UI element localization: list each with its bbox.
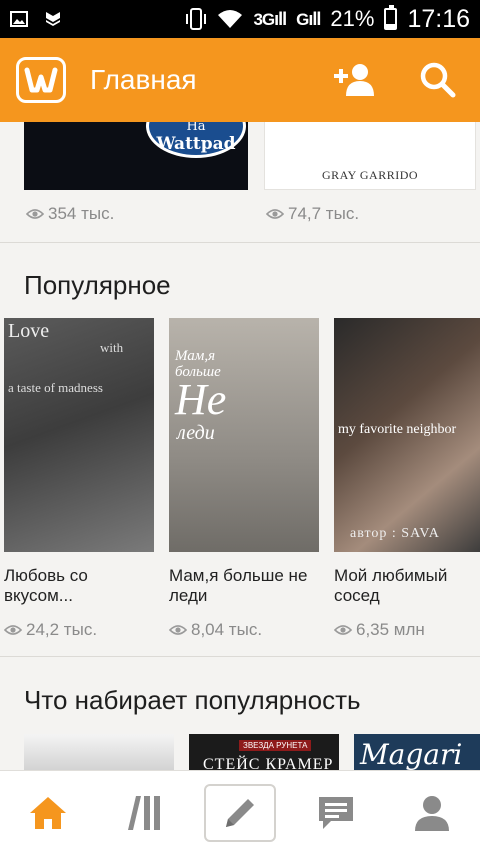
- user-icon: [415, 795, 449, 831]
- eye-icon: [26, 209, 44, 219]
- book-cover[interactable]: my favorite neighbor автор : SAVA: [334, 318, 480, 552]
- battery-percent: 21%: [330, 6, 375, 31]
- add-user-icon[interactable]: [334, 63, 376, 97]
- story-views: 354 тыс.: [26, 204, 114, 224]
- eye-icon: [169, 625, 187, 635]
- eye-icon: [4, 625, 22, 635]
- wattpad-logo-icon[interactable]: [16, 57, 66, 103]
- views-count: 354 тыс.: [48, 204, 115, 223]
- cover-text: a taste of madness: [8, 380, 103, 395]
- book-cover[interactable]: ЗВЕЗДА РУНЕТА СТЕЙС КРАМЕР: [189, 734, 339, 770]
- cover-text: Не: [175, 375, 227, 424]
- trending-books-list[interactable]: ЗВЕЗДА РУНЕТА СТЕЙС КРАМЕР Magari: [24, 734, 480, 770]
- page-title: Главная: [90, 64, 197, 95]
- book-card[interactable]: Love with a taste of madness Любовь со в…: [4, 318, 154, 640]
- chat-icon: [319, 796, 353, 829]
- image-notification-icon: [10, 11, 28, 27]
- logo-w-glyph: [24, 67, 58, 93]
- section-title-trending: Что набирает популярность: [24, 685, 361, 715]
- cover-text: GRAY GARRIDO: [321, 168, 419, 182]
- vibrate-icon: [186, 8, 207, 30]
- cover-badge: На Wattpad: [146, 122, 246, 158]
- story-cover[interactable]: GRAY GARRIDO: [264, 122, 476, 190]
- nav-messages[interactable]: [300, 784, 372, 842]
- book-cover[interactable]: Love with a taste of madness: [4, 318, 154, 552]
- cover-text: with: [100, 340, 124, 355]
- views-count: 8,04 тыс.: [191, 620, 263, 639]
- status-bar: 3Gıll Gıll 21% 17:16: [0, 0, 480, 38]
- book-card[interactable]: Мам,я больше Не леди Мам,я больше не леди…: [169, 318, 319, 640]
- views-count: 74,7 тыс.: [288, 204, 360, 223]
- cover-text: Magari: [360, 738, 463, 770]
- search-icon[interactable]: [420, 62, 456, 98]
- book-cover[interactable]: [24, 734, 174, 770]
- cover-text: my favorite neighbor: [338, 422, 457, 437]
- cover-text: Wattpad: [156, 134, 236, 154]
- book-views: 6,35 млн: [334, 620, 480, 640]
- story-views: 74,7 тыс.: [266, 204, 359, 224]
- book-cover[interactable]: Magari: [354, 734, 480, 770]
- cover-text: На: [186, 122, 206, 134]
- book-views: 24,2 тыс.: [4, 620, 154, 640]
- app-bar: Главная: [0, 38, 480, 122]
- popular-books-list[interactable]: Love with a taste of madness Любовь со в…: [4, 318, 480, 640]
- book-cover[interactable]: Мам,я больше Не леди: [169, 318, 319, 552]
- book-title[interactable]: Мам,я больше не леди: [169, 566, 319, 606]
- cover-text: СТЕЙС КРАМЕР: [203, 756, 334, 770]
- nav-profile[interactable]: [396, 784, 468, 842]
- clock: 17:16: [407, 4, 470, 33]
- book-views: 8,04 тыс.: [169, 620, 319, 640]
- home-feed[interactable]: На Wattpad GRAY GARRIDO 354 тыс. 74,7 ты…: [0, 122, 480, 770]
- cover-text: Love: [8, 320, 50, 342]
- wifi-icon: [218, 10, 243, 28]
- network-g-indicator: Gıll: [296, 8, 321, 29]
- book-title[interactable]: Любовь со вкусом...: [4, 566, 154, 606]
- eye-icon: [334, 625, 352, 635]
- bottom-navigation: [0, 770, 480, 854]
- network-3g-indicator: 3Gıll: [253, 8, 287, 29]
- section-divider: [0, 242, 480, 243]
- shield-icon: [46, 12, 60, 26]
- library-icon: [128, 795, 160, 830]
- book-card[interactable]: my favorite neighbor автор : SAVA Мой лю…: [334, 318, 480, 640]
- section-divider: [0, 656, 480, 657]
- nav-write[interactable]: [204, 783, 276, 842]
- cover-text: автор : SAVA: [350, 526, 440, 541]
- views-count: 6,35 млн: [356, 620, 425, 639]
- story-cover[interactable]: На Wattpad: [24, 122, 248, 190]
- cover-text: ЗВЕЗДА РУНЕТА: [239, 740, 312, 751]
- section-title-popular: Популярное: [24, 270, 171, 300]
- book-title[interactable]: Мой любимый сосед: [334, 566, 480, 606]
- eye-icon: [266, 209, 284, 219]
- views-count: 24,2 тыс.: [26, 620, 98, 639]
- battery-icon: [384, 5, 398, 30]
- home-icon: [30, 796, 66, 829]
- cover-text: леди: [177, 422, 215, 444]
- nav-library[interactable]: [108, 784, 180, 842]
- nav-home[interactable]: [12, 784, 84, 842]
- pencil-icon: [226, 798, 254, 827]
